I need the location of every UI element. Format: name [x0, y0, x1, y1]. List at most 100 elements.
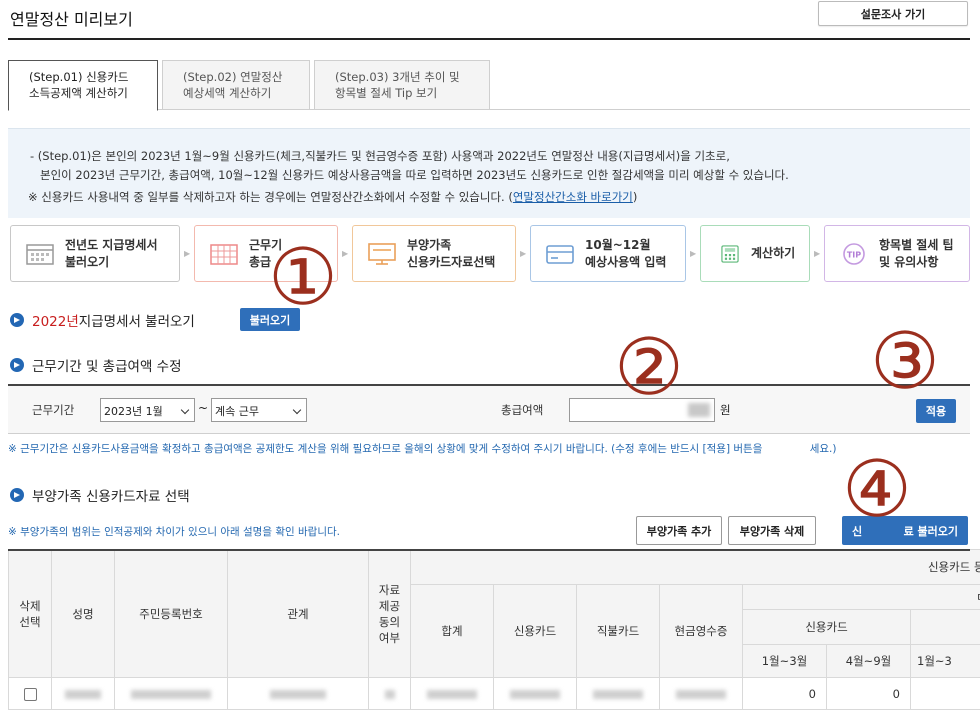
blurred-relation	[270, 689, 326, 699]
calendar-icon	[26, 243, 54, 265]
step-separator-icon: ▶	[184, 249, 191, 258]
simplified-service-link[interactable]: 연말정산간소화 바로가기	[513, 190, 633, 204]
step-3-line2: 신용카드자료선택	[407, 254, 496, 269]
step-tips[interactable]: TIP 항목별 절세 팁및 유의사항	[824, 225, 970, 282]
step-4-line2: 예상사용액 입력	[585, 254, 667, 269]
info-note: ※ 신용카드 사용내역 중 일부를 삭제하고자 하는 경우에는 연말정산간소화에…	[28, 188, 970, 207]
period-label: 근무기간	[32, 403, 75, 417]
section-load-statement-title: 2022년 지급명세서 불러오기	[10, 310, 195, 330]
section-arrow-icon	[10, 488, 24, 502]
step-separator-icon: ▶	[342, 249, 349, 258]
col-consent: 자료 제공 동의 여부	[368, 549, 411, 678]
tab-step-01-line1: (Step.01) 신용카드	[29, 70, 129, 84]
step-6-line1: 항목별 절세 팁	[879, 237, 954, 252]
col-card-group: 신용카드 등	[409, 549, 980, 585]
info-line1: - (Step.01)은 본인의 2023년 1월~9월 신용카드(체크,직불카…	[30, 149, 730, 163]
info-note-prefix: ※ 신용카드 사용내역 중 일부를 삭제하고자 하는 경우에는 연말정산간소화에…	[28, 190, 513, 204]
section-period-title-text: 근무기간 및 총급여액 수정	[32, 359, 182, 375]
col-apr-sep: 4월~9월	[826, 644, 911, 678]
period-hint: ※ 근무기간은 신용카드사용금액을 확정하고 총급여액은 공제한도 계산을 위해…	[8, 441, 837, 456]
page-title: 연말정산 미리보기	[10, 10, 133, 29]
col-credit-sub: 신용카드	[742, 609, 911, 645]
step-separator-icon: ▶	[520, 249, 527, 258]
step-expected-usage[interactable]: 10월~12월예상사용액 입력	[530, 225, 686, 282]
add-dependent-button[interactable]: 부양가족 추가	[636, 516, 722, 545]
tilde-separator: ~	[198, 401, 209, 415]
dependent-card-table: 삭제 선택 성명 주민등록번호 관계 자료 제공 동의 여부 신용카드 등 합계…	[8, 549, 980, 710]
step-load-statement[interactable]: 전년도 지급명세서 불러오기	[10, 225, 180, 282]
row-blank-cell	[909, 677, 980, 710]
info-box: - (Step.01)은 본인의 2023년 1월~9월 신용카드(체크,직불카…	[8, 128, 970, 218]
end-period-select[interactable]: 계속 근무	[211, 398, 307, 422]
won-unit: 원	[720, 403, 731, 417]
row-consent-cell	[368, 677, 411, 710]
salary-label: 총급여액	[501, 403, 544, 417]
row-id-cell	[114, 677, 228, 710]
delete-dependent-button[interactable]: 부양가족 삭제	[728, 516, 816, 545]
step-4-line1: 10월~12월	[585, 237, 651, 252]
svg-text:TIP: TIP	[847, 250, 861, 259]
col-blank	[909, 609, 980, 645]
row-relation-cell	[227, 677, 369, 710]
col-relation: 관계	[227, 549, 369, 678]
period-hint-text: ※ 근무기간은 신용카드사용금액을 확정하고 총급여액은 공제한도 계산을 위해…	[8, 443, 763, 455]
marker-3: ③	[870, 317, 940, 407]
title-divider	[8, 38, 970, 40]
calculator-icon	[721, 244, 739, 263]
table-top-border	[8, 549, 970, 551]
blurred-name	[65, 689, 101, 699]
col-cash-receipt: 현금영수증	[659, 584, 743, 678]
tab-step-01-line2: 소득공제액 계산하기	[29, 86, 128, 100]
process-steps: 전년도 지급명세서 불러오기 ▶ 근무기 총급 ▶ 부양가족 신용카드자료선택 ▶ 1…	[10, 225, 970, 282]
col-delete-select: 삭제 선택	[8, 549, 52, 678]
blurred-cash	[676, 689, 726, 699]
col-name: 성명	[51, 549, 115, 678]
marker-1: ①	[268, 233, 338, 323]
section-year: 2022년	[32, 314, 79, 330]
dependent-hint: ※ 부양가족의 범위는 인적공제와 차이가 있으니 아래 설명을 확인 바랍니다…	[8, 526, 340, 538]
info-note-suffix: )	[632, 190, 638, 204]
tab-step-03-line1: (Step.03) 3개년 추이 및	[335, 70, 460, 84]
row-sum-cell	[410, 677, 494, 710]
table-row: 0 0	[8, 677, 980, 710]
step-6-line2: 및 유의사항	[879, 254, 939, 269]
step-separator-icon: ▶	[690, 249, 697, 258]
survey-button[interactable]: 설문조사 가기	[818, 1, 968, 26]
row-debit-cell	[576, 677, 660, 710]
tab-step-02[interactable]: (Step.02) 연말정산 예상세액 계산하기	[162, 60, 310, 110]
col-debit-card: 직불카드	[576, 584, 660, 678]
start-month-select[interactable]: 2023년 1월	[100, 398, 195, 422]
section-title-text: 지급명세서 불러오기	[78, 314, 195, 330]
step-3-line1: 부양가족	[407, 237, 452, 252]
row-jan-mar-value: 0	[742, 677, 827, 710]
section-arrow-icon	[10, 313, 24, 327]
step-1-line1: 전년도 지급명세서	[65, 237, 158, 252]
col-sum: 합계	[410, 584, 494, 678]
marker-2: ②	[614, 323, 684, 413]
row-name-cell	[51, 677, 115, 710]
period-salary-form: 근무기간 2023년 1월 ~ 계속 근무 총급여액 원 적용	[8, 384, 970, 434]
blurred-salary-value	[688, 403, 710, 417]
step-dependent-select[interactable]: 부양가족신용카드자료선택	[352, 225, 516, 282]
col-jan-mar-2: 1월~3	[909, 644, 980, 678]
marker-4: ④	[842, 445, 912, 535]
section-period-title: 근무기간 및 총급여액 수정	[10, 355, 182, 375]
row-apr-sep-value: 0	[826, 677, 911, 710]
section-dependent-title: 부양가족 신용카드자료 선택	[10, 485, 190, 505]
tab-step-03[interactable]: (Step.03) 3개년 추이 및 항목별 절세 Tip 보기	[314, 60, 490, 110]
tab-step-02-line2: 예상세액 계산하기	[183, 86, 272, 100]
col-resident-id: 주민등록번호	[114, 549, 228, 678]
row-credit-cell	[493, 677, 577, 710]
info-line2: 본인이 2023년 근무기간, 총급여액, 10월~12월 신용카드 예상사용금…	[40, 168, 789, 182]
col-jan-mar: 1월~3월	[742, 644, 827, 678]
tab-step-01[interactable]: (Step.01) 신용카드 소득공제액 계산하기	[8, 60, 158, 111]
tip-icon: TIP	[843, 242, 865, 265]
blurred-id	[131, 689, 211, 699]
blurred-debit	[593, 689, 643, 699]
monitor-icon	[368, 242, 396, 265]
row-checkbox-cell	[8, 677, 52, 710]
row-cash-cell	[659, 677, 743, 710]
step-calculate[interactable]: 계산하기	[700, 225, 810, 282]
period-hint-end: 세요.)	[809, 443, 837, 455]
row-checkbox[interactable]	[23, 687, 37, 701]
